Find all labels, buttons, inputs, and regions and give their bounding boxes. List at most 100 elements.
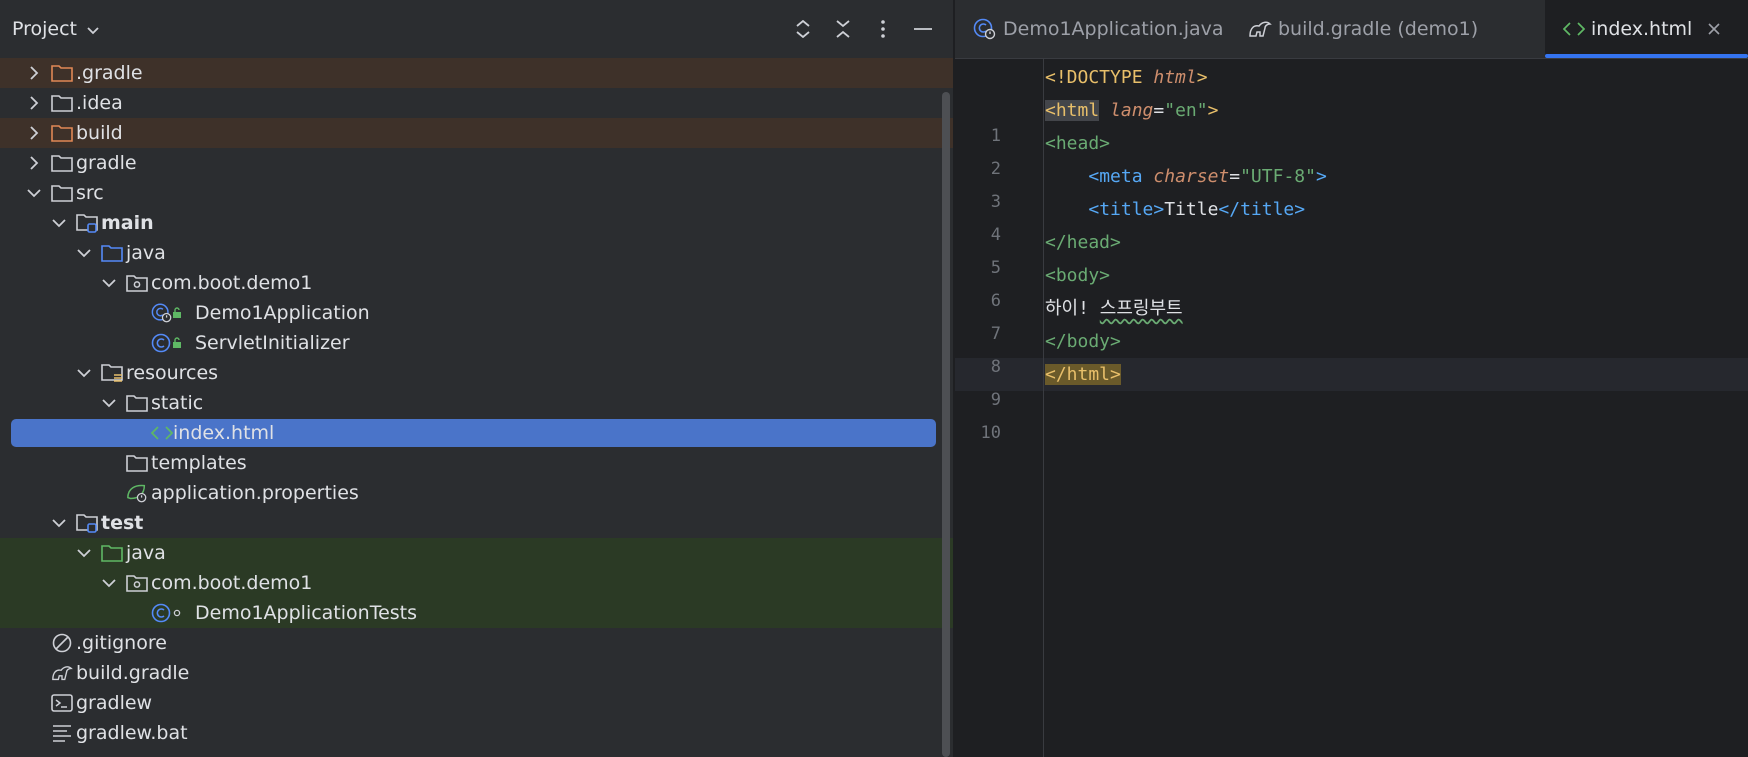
code-line[interactable]: <body> [1045, 259, 1745, 292]
code-token: <head> [1045, 133, 1111, 154]
chevron-right-icon[interactable] [27, 156, 41, 170]
chevron-down-icon[interactable] [52, 516, 66, 530]
code-token: </title> [1218, 199, 1306, 220]
code-token: charset [1153, 166, 1230, 187]
chevron-right-icon[interactable] [27, 96, 41, 110]
editor-tab-label: index.html [1591, 18, 1693, 40]
tree-item[interactable]: .gitignore [0, 628, 953, 658]
code-token: <!DOCTYPE [1045, 67, 1154, 88]
tree-item[interactable]: .gradle [0, 58, 953, 88]
test-folder-icon [101, 543, 123, 563]
folder-icon [126, 393, 148, 413]
editor-area: Demo1Application.java build.gradle (demo1… [955, 0, 1748, 757]
code-line[interactable]: <title>Title</title> [1045, 193, 1745, 226]
tree-item[interactable]: application.properties [0, 478, 953, 508]
chevron-down-icon[interactable] [102, 276, 116, 290]
chevron-down-icon[interactable] [27, 186, 41, 200]
tree-item-label: java [126, 242, 166, 264]
code-token: html [1153, 67, 1197, 88]
tree-item-label: .idea [76, 92, 123, 114]
line-number-gutter: 1 2 3 4 5 6 7 8 9 10 [955, 58, 1044, 757]
tree-item-label: src [76, 182, 104, 204]
editor-tab[interactable]: build.gradle (demo1) [1230, 0, 1492, 58]
chevron-down-icon[interactable] [77, 366, 91, 380]
tree-item-label: static [151, 392, 204, 414]
line-number: 4 [990, 225, 1001, 245]
project-tree: .gradle .idea build gradle src main java com.bo… [0, 58, 953, 748]
gradle-icon [51, 663, 73, 683]
code-line[interactable]: </html> [1045, 358, 1745, 391]
tree-item-label: main [101, 212, 154, 234]
tree-item[interactable]: static [0, 388, 953, 418]
tree-item[interactable]: Demo1Application [0, 298, 953, 328]
tree-item-label: com.boot.demo1 [151, 272, 313, 294]
chevron-down-icon[interactable] [102, 396, 116, 410]
close-icon[interactable] [1708, 23, 1720, 35]
tree-item-label: Demo1Application [195, 302, 370, 324]
tree-item[interactable]: Demo1ApplicationTests [0, 598, 953, 628]
editor-tabs: Demo1Application.java build.gradle (demo1… [955, 0, 1748, 59]
collapse-all-icon[interactable] [823, 9, 863, 49]
folder-icon [51, 93, 73, 113]
code-token: "en" [1164, 100, 1208, 121]
tree-item[interactable]: index.html [0, 418, 953, 448]
code-line[interactable]: 하이! 스프링부트 [1045, 292, 1745, 325]
code-line[interactable]: <html lang="en"> [1045, 94, 1745, 127]
editor-tab[interactable]: Demo1Application.java [955, 0, 1230, 58]
package-icon [126, 573, 148, 593]
code-token: <title> [1088, 199, 1165, 220]
tree-item[interactable]: gradlew [0, 688, 953, 718]
chevron-down-icon[interactable] [77, 246, 91, 260]
module-folder-icon [76, 213, 98, 233]
folder-icon [51, 153, 73, 173]
chevron-down-icon[interactable] [102, 576, 116, 590]
tree-item[interactable]: build [0, 118, 953, 148]
tree-item-label: Demo1ApplicationTests [195, 602, 418, 624]
tree-item[interactable]: gradlew.bat [0, 718, 953, 748]
module-folder-icon [76, 513, 98, 533]
code-line[interactable]: </body> [1045, 325, 1745, 358]
tree-item[interactable]: gradle [0, 148, 953, 178]
chevron-right-icon[interactable] [27, 66, 41, 80]
chevron-right-icon[interactable] [27, 126, 41, 140]
code-token: 하이! [1045, 298, 1100, 319]
expand-all-icon[interactable] [783, 9, 823, 49]
chevron-down-icon[interactable] [52, 216, 66, 230]
more-icon[interactable] [863, 9, 903, 49]
tree-item[interactable]: main [0, 208, 953, 238]
tree-item[interactable]: .idea [0, 88, 953, 118]
tree-item[interactable]: com.boot.demo1 [0, 568, 953, 598]
code-token: lang [1110, 100, 1154, 121]
code-line[interactable]: <!DOCTYPE html> [1045, 61, 1745, 94]
tree-item-label: build [76, 122, 123, 144]
tree-item-label: index.html [173, 422, 275, 444]
code-token: </head> [1045, 232, 1121, 253]
chevron-down-icon[interactable] [77, 546, 91, 560]
package-private-icon [170, 603, 184, 623]
project-tool-window: Project .gradle .idea build gradle src m… [0, 0, 953, 757]
tree-scrollbar[interactable] [942, 92, 950, 757]
tree-item[interactable]: com.boot.demo1 [0, 268, 953, 298]
tree-item-label: resources [126, 362, 219, 384]
project-header: Project [0, 0, 953, 58]
tree-item[interactable]: java [0, 238, 953, 268]
spring-class-icon [973, 18, 997, 40]
line-number: 7 [990, 324, 1001, 344]
editor-tab[interactable]: index.html [1545, 0, 1748, 58]
code-line[interactable]: <meta charset="UTF-8"> [1045, 160, 1745, 193]
tree-item[interactable]: src [0, 178, 953, 208]
html-file-icon [151, 423, 173, 443]
tree-item[interactable]: resources [0, 358, 953, 388]
tree-item-label: test [101, 512, 144, 534]
tree-item[interactable]: java [0, 538, 953, 568]
code-line[interactable]: </head> [1045, 226, 1745, 259]
tree-item[interactable]: test [0, 508, 953, 538]
tree-item[interactable]: build.gradle [0, 658, 953, 688]
project-view-selector[interactable]: Project [12, 18, 99, 40]
minimize-icon[interactable] [903, 9, 943, 49]
code-line[interactable]: <head> [1045, 127, 1745, 160]
tree-item[interactable]: templates [0, 448, 953, 478]
tree-item[interactable]: ServletInitializer [0, 328, 953, 358]
